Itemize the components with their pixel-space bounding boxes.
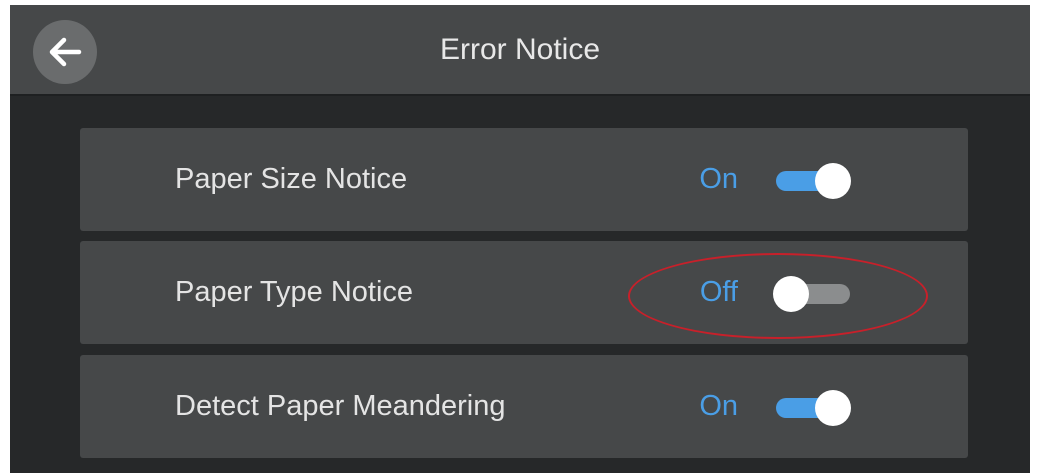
paper-type-notice-toggle[interactable]	[773, 276, 853, 312]
toggle-knob	[773, 276, 809, 312]
setting-row-detect-paper-meandering[interactable]: Detect Paper Meandering On	[80, 355, 968, 458]
setting-label: Detect Paper Meandering	[175, 390, 506, 422]
setting-row-paper-type-notice[interactable]: Paper Type Notice Off	[80, 241, 968, 344]
setting-state: On	[699, 390, 738, 422]
paper-size-notice-toggle[interactable]	[773, 163, 853, 199]
setting-state: Off	[699, 276, 738, 308]
header-bar: Error Notice	[10, 5, 1030, 96]
setting-label: Paper Size Notice	[175, 163, 408, 195]
arrow-left-icon	[49, 37, 82, 67]
page-title: Error Notice	[439, 33, 601, 66]
setting-row-paper-size-notice[interactable]: Paper Size Notice On	[80, 128, 968, 231]
setting-state: On	[699, 163, 738, 195]
toggle-knob	[815, 390, 851, 426]
toggle-knob	[815, 163, 851, 199]
back-button[interactable]	[33, 20, 97, 84]
detect-paper-meandering-toggle[interactable]	[773, 390, 853, 426]
error-notice-screen: Error Notice Paper Size Notice On Paper …	[10, 5, 1030, 473]
setting-label: Paper Type Notice	[175, 276, 414, 308]
